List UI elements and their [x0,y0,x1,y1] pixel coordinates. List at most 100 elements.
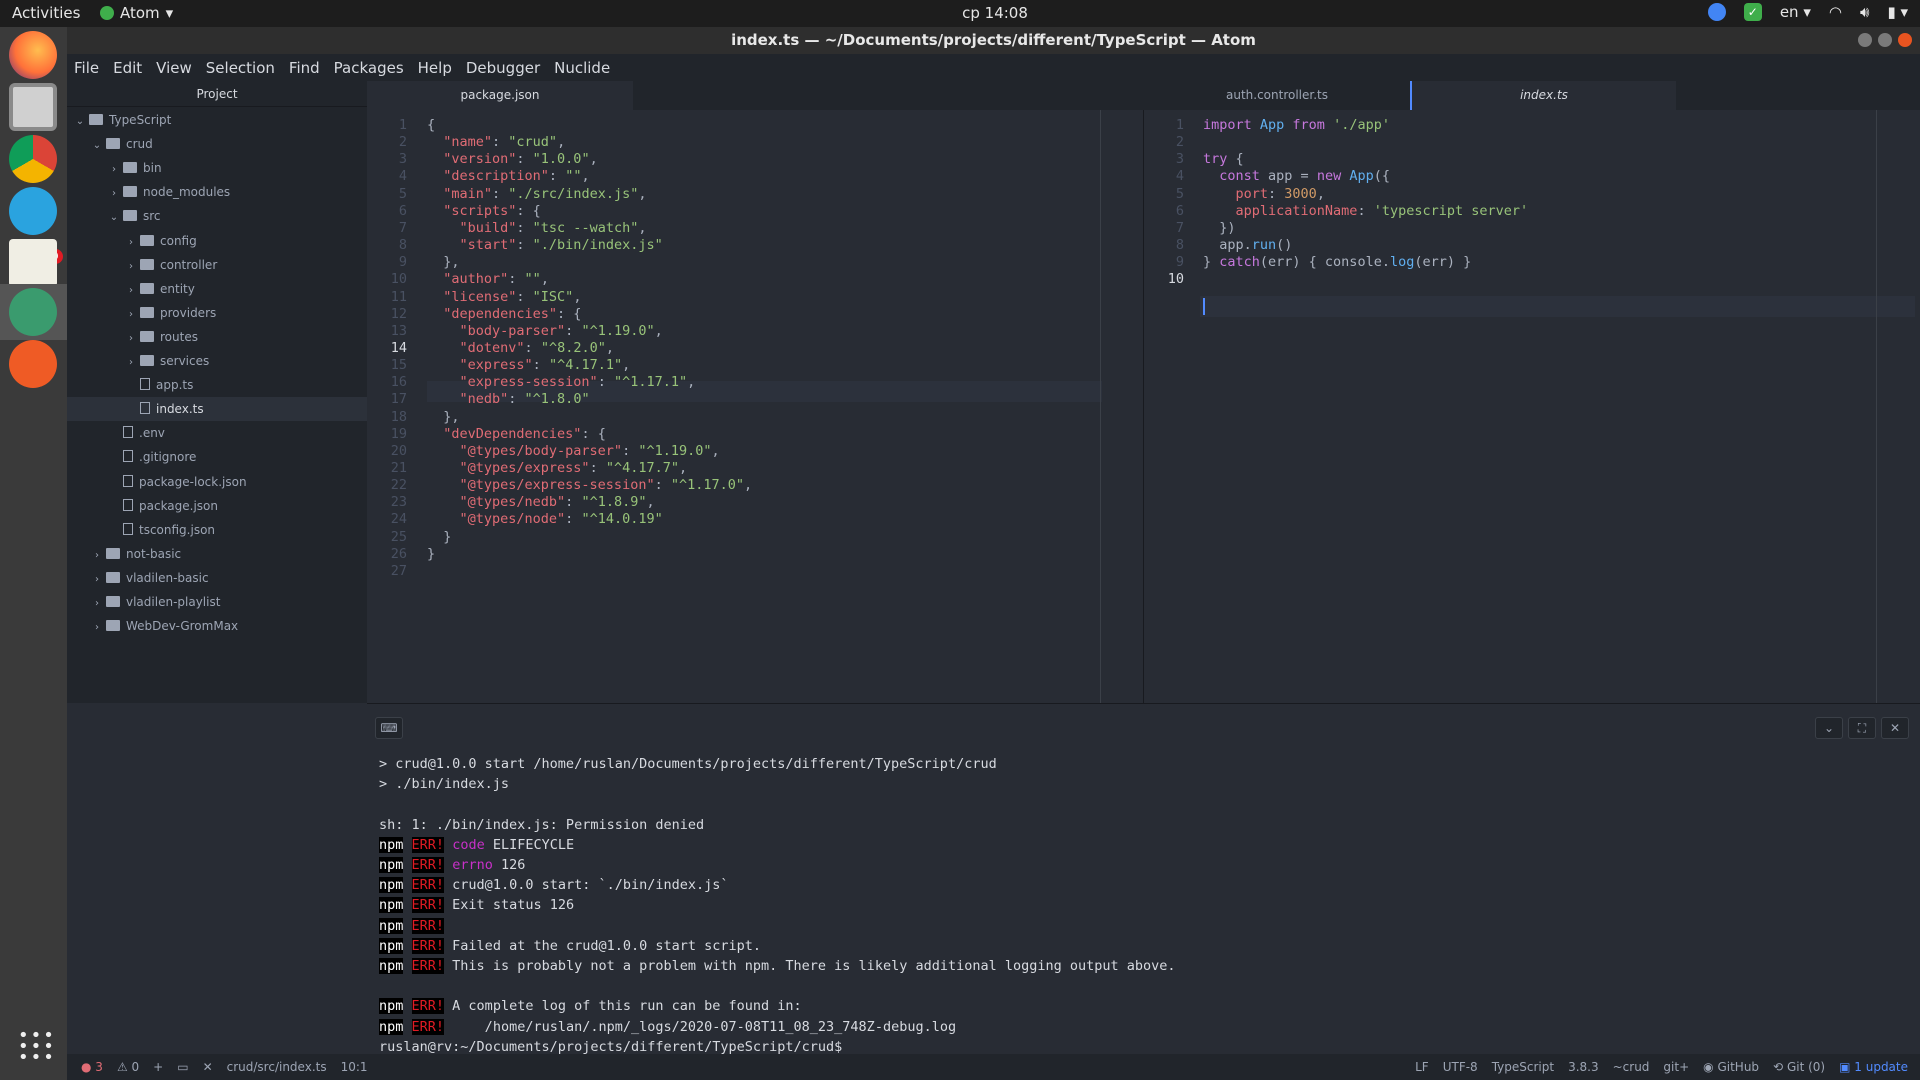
tree-item[interactable]: package-lock.json [67,470,367,494]
tab-auth-controller[interactable]: auth.controller.ts [1144,81,1410,110]
code-line: }, [427,254,460,271]
tree-item[interactable]: › routes [67,325,367,349]
volume-icon[interactable]: 🔊︎ [1860,3,1869,21]
chrome-icon[interactable] [9,135,57,183]
cursor-position[interactable]: 10:1 [341,1060,368,1074]
close-button[interactable] [1898,33,1912,47]
add-terminal-icon[interactable]: + [153,1060,163,1074]
error-count[interactable]: ● 3 [81,1060,103,1074]
line-ending[interactable]: LF [1415,1060,1429,1074]
tree-item[interactable]: app.ts [67,373,367,397]
menu-selection[interactable]: Selection [199,59,282,77]
tree-item[interactable]: › providers [67,301,367,325]
tab-index-ts[interactable]: index.ts [1410,81,1676,110]
terminal-line: npm ERR! /home/ruslan/.npm/_logs/2020-07… [379,1018,957,1035]
tree-item[interactable]: ⌄ crud [67,132,367,156]
code-line: "devDependencies": { [427,425,606,442]
git-button[interactable]: ⟲ Git (0) [1773,1060,1825,1074]
file-path[interactable]: crud/src/index.ts [227,1060,327,1074]
editor-index-ts[interactable]: 1 import App from './app' 2 3 try {4 const a… [1144,110,1920,703]
tree-item[interactable]: › services [67,349,367,373]
tree-item[interactable]: index.ts [67,397,367,422]
tree-item[interactable]: › vladilen-basic [67,566,367,590]
line-number: 3 [1175,151,1184,168]
code-line: "name": "crud", [427,134,566,151]
terminal-icon[interactable]: ▭ [177,1060,188,1074]
menu-view[interactable]: View [149,59,199,77]
line-number: 14 [390,339,407,356]
chevron-down-button[interactable]: ⌄ [1815,717,1843,739]
tree-item[interactable]: .gitignore [67,445,367,469]
show-applications-icon[interactable]: ••• ••• ••• [18,1027,56,1067]
files-icon[interactable] [9,83,57,131]
minimize-button[interactable] [1858,33,1872,47]
grammar[interactable]: TypeScript [1492,1060,1554,1074]
menu-file[interactable]: File [67,59,106,77]
atom-dock-icon[interactable] [9,288,57,336]
chevron-right-icon: › [129,284,133,296]
tree-item[interactable]: tsconfig.json [67,518,367,542]
tree-item[interactable]: ⌄ TypeScript [67,108,367,132]
keyboard-icon[interactable]: ⌨ [375,717,403,739]
menu-find[interactable]: Find [282,59,327,77]
terminal-output[interactable]: > crud@1.0.0 start /home/ruslan/Document… [379,754,1176,1057]
wifi-icon[interactable]: ◠ [1829,3,1842,21]
project-name[interactable]: ~crud [1613,1060,1650,1074]
maximize-button[interactable] [1878,33,1892,47]
chrome-tray-icon[interactable] [1707,3,1726,21]
git-plus[interactable]: git+ [1663,1060,1689,1074]
battery-icon[interactable]: ▮ ▾ [1887,3,1908,21]
code-line: applicationName: 'typescript server' [1203,202,1529,219]
tree-item-label: vladilen-playlist [126,595,221,609]
menu-help[interactable]: Help [411,59,459,77]
tree-item[interactable]: › entity [67,277,367,301]
chevron-right-icon: › [112,164,116,176]
folder-icon [123,210,137,222]
github-button[interactable]: ◉ GitHub [1703,1060,1759,1074]
tree-item[interactable]: .env [67,421,367,445]
code-line: "@types/express-session": "^1.17.0", [427,477,753,494]
tree-item[interactable]: › bin [67,156,367,180]
clock[interactable]: ср 14:08 [0,4,1920,22]
warning-count[interactable]: ⚠ 0 [117,1060,139,1074]
telegram-icon[interactable] [9,187,57,235]
update-button[interactable]: ▣ 1 update [1839,1060,1908,1074]
code-line: "@types/node": "^14.0.19" [427,511,663,528]
terminal-line: npm ERR! errno 126 [379,857,526,873]
tree-item[interactable]: › config [67,229,367,253]
folder-icon [106,547,120,559]
tree-item[interactable]: › not-basic [67,542,367,566]
language-indicator[interactable]: en ▾ [1780,3,1811,21]
terminal-line: > crud@1.0.0 start /home/ruslan/Document… [379,756,997,772]
tab-package-json[interactable]: package.json [367,81,633,110]
terminal-line: sh: 1: ./bin/index.js: Permission denied [379,816,705,833]
line-number: 10 [1167,271,1184,288]
ts-version[interactable]: 3.8.3 [1568,1060,1599,1074]
firefox-icon[interactable] [9,31,57,79]
menu-debugger[interactable]: Debugger [459,59,547,77]
encoding[interactable]: UTF-8 [1443,1060,1478,1074]
chevron-right-icon: › [95,598,99,609]
menu-packages[interactable]: Packages [327,59,411,77]
terminal-line: npm ERR! Failed at the crud@1.0.0 start … [379,937,762,954]
close-panel-button[interactable]: ✕ [1881,717,1909,739]
tree-item[interactable]: › WebDev-GromMax [67,614,367,638]
tree-item[interactable]: › node_modules [67,180,367,204]
project-tree-header[interactable]: Project [67,81,367,107]
text-editor-icon[interactable] [9,239,57,287]
tree-item[interactable]: › vladilen-playlist [67,590,367,614]
line-number: 9 [1175,254,1184,271]
system-tray: ✓ en ▾ ◠ 🔊︎ ▮ ▾ [1707,3,1908,21]
tree-item[interactable]: › controller [67,253,367,277]
check-tray-icon[interactable]: ✓ [1743,3,1762,21]
editor-package-json[interactable]: 1 {2 "name": "crud", 3 "version": "1.0.0",… [367,110,1144,703]
menu-nuclide[interactable]: Nuclide [547,59,617,77]
tree-item[interactable]: ⌄ src [67,204,367,228]
menu-edit[interactable]: Edit [106,59,149,77]
folder-icon [140,306,154,318]
tree-item[interactable]: package.json [67,494,367,518]
maximize-panel-button[interactable]: ⛶ [1848,717,1876,739]
postman-icon[interactable] [9,340,57,388]
close-terminal-icon[interactable]: ✕ [203,1060,213,1074]
